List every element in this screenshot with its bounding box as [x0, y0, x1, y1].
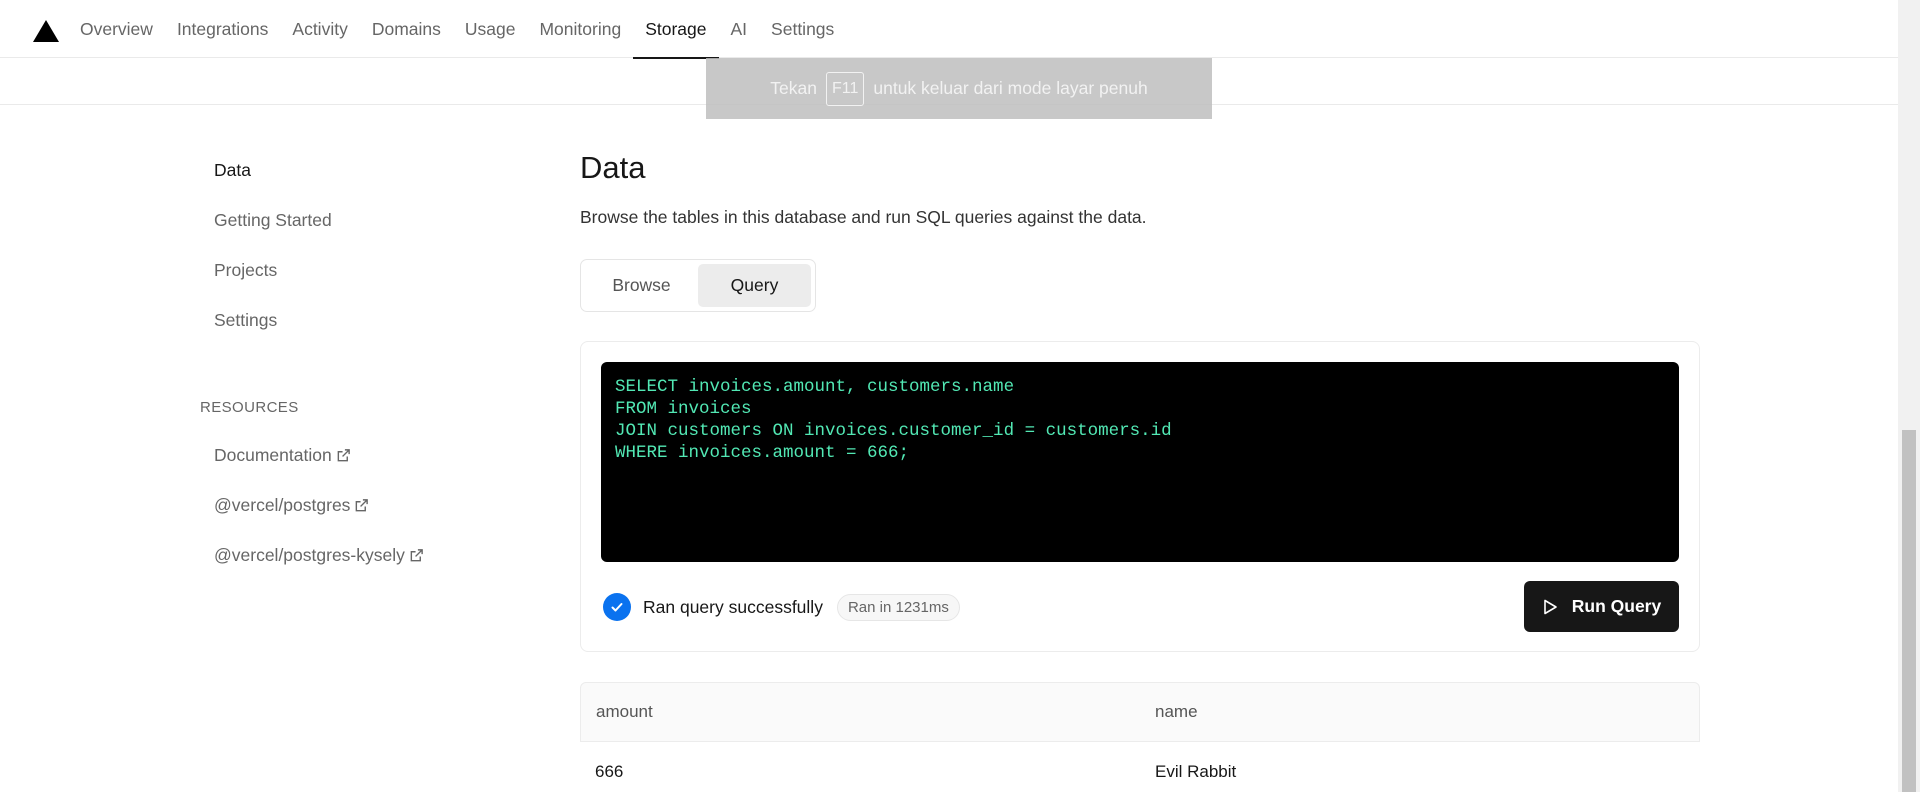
fullscreen-exit-notice: Tekan F11 untuk keluar dari mode layar p… — [706, 58, 1212, 119]
tab-integrations[interactable]: Integrations — [165, 0, 280, 58]
browse-tab[interactable]: Browse — [585, 264, 698, 307]
resource-label: Documentation — [214, 445, 332, 465]
table-header: amount name — [580, 682, 1700, 742]
external-link-icon — [410, 549, 423, 562]
run-query-button[interactable]: Run Query — [1524, 581, 1679, 632]
resource-link-vercel-postgres-kysely[interactable]: @vercel/postgres-kysely — [214, 545, 424, 566]
results-table: amount name 666 Evil Rabbit — [580, 682, 1700, 792]
tab-settings[interactable]: Settings — [759, 0, 846, 58]
page-title: Data — [580, 150, 646, 185]
resource-link-vercel-postgres[interactable]: @vercel/postgres — [214, 495, 369, 516]
tab-domains[interactable]: Domains — [360, 0, 453, 58]
sidebar-item-projects[interactable]: Projects — [214, 260, 277, 281]
external-link-icon — [356, 499, 369, 512]
play-icon — [1543, 599, 1557, 614]
sql-line: WHERE invoices.amount = 666; — [615, 443, 910, 463]
status-message: Ran query successfully — [643, 596, 823, 617]
view-mode-switch: Browse Query — [580, 259, 816, 312]
query-tab[interactable]: Query — [698, 264, 811, 307]
column-header-name: name — [1155, 702, 1198, 721]
fullscreen-key: F11 — [825, 71, 865, 106]
tab-ai[interactable]: AI — [719, 0, 760, 58]
table-row: 666 Evil Rabbit — [580, 742, 1700, 792]
sql-line: JOIN customers ON invoices.customer_id =… — [615, 421, 1172, 441]
sidebar-item-settings[interactable]: Settings — [214, 310, 277, 331]
resource-link-documentation[interactable]: Documentation — [214, 445, 351, 466]
external-link-icon — [337, 449, 350, 462]
top-navigation: Overview Integrations Activity Domains U… — [0, 0, 1898, 59]
tab-activity[interactable]: Activity — [280, 0, 359, 58]
sidebar-item-getting-started[interactable]: Getting Started — [214, 210, 332, 231]
sql-editor[interactable]: SELECT invoices.amount, customers.name FR… — [601, 362, 1679, 562]
tab-monitoring[interactable]: Monitoring — [527, 0, 633, 58]
fullscreen-notice-prefix: Tekan — [770, 78, 817, 98]
sql-line: SELECT invoices.amount, customers.name — [615, 377, 1015, 397]
resource-label: @vercel/postgres — [214, 495, 351, 515]
page-description: Browse the tables in this database and r… — [580, 207, 1147, 227]
sql-line: FROM invoices — [615, 399, 752, 419]
resource-label: @vercel/postgres-kysely — [214, 545, 405, 565]
table-cell: Evil Rabbit — [1155, 762, 1237, 781]
duration-badge: Ran in 1231ms — [836, 593, 960, 621]
check-circle-icon — [603, 593, 631, 621]
resources-heading: RESOURCES — [200, 399, 299, 416]
tab-usage[interactable]: Usage — [453, 0, 528, 58]
column-header-amount: amount — [596, 702, 653, 721]
scrollbar-thumb[interactable] — [1902, 430, 1916, 792]
tab-overview[interactable]: Overview — [68, 0, 165, 58]
table-cell: 666 — [595, 762, 624, 781]
nav-tabs: Overview Integrations Activity Domains U… — [68, 0, 846, 59]
run-query-label: Run Query — [1571, 596, 1662, 616]
vercel-logo-icon[interactable] — [33, 20, 59, 42]
query-status: Ran query successfully Ran in 1231ms — [603, 593, 960, 621]
query-card: SELECT invoices.amount, customers.name FR… — [580, 341, 1700, 652]
tab-storage[interactable]: Storage — [633, 0, 719, 59]
page-scrollbar[interactable] — [1898, 0, 1920, 792]
fullscreen-notice-suffix: untuk keluar dari mode layar penuh — [873, 78, 1148, 98]
sidebar-item-data[interactable]: Data — [214, 160, 251, 181]
